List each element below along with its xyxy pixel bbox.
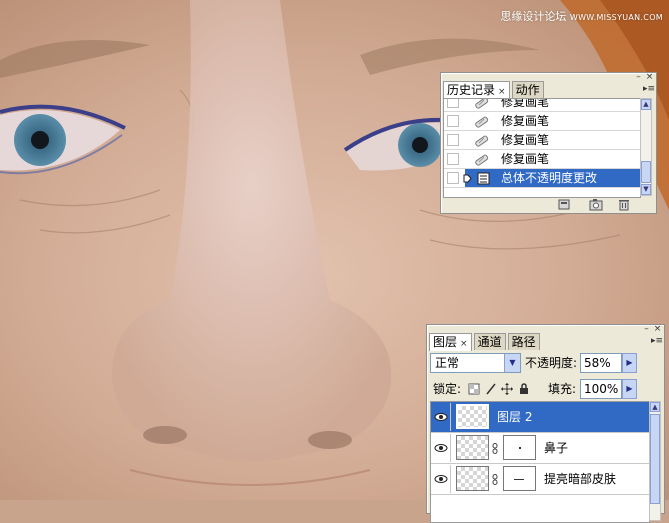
tab-history[interactable]: 历史记录 ×	[443, 81, 510, 99]
history-item[interactable]: 修复画笔	[444, 131, 640, 150]
lock-all-icon[interactable]	[518, 383, 530, 395]
history-item[interactable]: 修复画笔	[444, 112, 640, 131]
scroll-thumb[interactable]	[641, 161, 651, 183]
tab-layers[interactable]: 图层 ×	[429, 333, 472, 351]
history-state-checkbox[interactable]	[447, 115, 459, 127]
history-state-slider-icon[interactable]	[463, 174, 472, 183]
healing-brush-icon	[475, 116, 489, 128]
tab-close-icon[interactable]: ×	[498, 87, 506, 97]
scroll-down-icon[interactable]: ▼	[641, 184, 651, 195]
close-icon[interactable]: ×	[653, 325, 662, 334]
lock-move-icon[interactable]	[501, 383, 513, 395]
visibility-toggle[interactable]	[432, 434, 451, 462]
layers-scrollbar[interactable]: ▲	[649, 401, 661, 521]
history-state-checkbox[interactable]	[447, 134, 459, 146]
visibility-toggle[interactable]	[432, 403, 451, 431]
history-panel-tabs: 历史记录 × 动作	[443, 81, 546, 99]
history-item-label: 修复画笔	[501, 152, 550, 166]
tab-paths[interactable]: 路径	[507, 333, 540, 350]
blend-opacity-row: 正常 ▼ 不透明度: 58% ▶	[430, 353, 662, 375]
tab-history-label: 历史记录	[447, 83, 496, 97]
visibility-toggle[interactable]	[432, 465, 451, 493]
eye-icon	[434, 475, 448, 483]
layers-panel: – × 图层 × 通道 路径 ▸≡ 正常 ▼ 不透明度: 58% ▶ 锁定: 填充…	[426, 324, 665, 523]
history-state-checkbox[interactable]	[447, 153, 459, 165]
fill-value: 100%	[584, 382, 619, 396]
layer-row[interactable]: 提亮暗部皮肤	[431, 464, 649, 495]
healing-brush-icon	[475, 135, 489, 147]
layer-mask-thumbnail[interactable]	[503, 466, 536, 491]
camera-snapshot-icon[interactable]	[589, 198, 603, 211]
minimize-icon[interactable]: –	[642, 325, 651, 334]
lock-brush-icon[interactable]	[485, 383, 497, 395]
history-list: 修复画笔 修复画笔 修复画笔 修复画笔 总体不透明度更改	[443, 98, 641, 198]
layer-name[interactable]: 鼻子	[544, 440, 568, 456]
history-state-checkbox[interactable]	[447, 172, 459, 184]
tab-channels-label: 通道	[477, 335, 502, 349]
healing-brush-icon	[475, 154, 489, 166]
history-item-selected[interactable]: 总体不透明度更改	[444, 169, 640, 188]
layer-list: 图层 2 鼻子 提亮暗部皮肤	[430, 401, 650, 523]
layer-thumbnail	[456, 404, 489, 429]
history-item-label: 总体不透明度更改	[501, 171, 598, 185]
lock-fill-row: 锁定: 填充: 100% ▶	[430, 379, 662, 401]
opacity-input[interactable]: 58%	[580, 353, 622, 373]
history-state-checkbox[interactable]	[447, 99, 459, 108]
eye-icon	[434, 413, 448, 421]
mask-link-icon[interactable]	[492, 474, 498, 485]
fill-input[interactable]: 100%	[580, 379, 622, 399]
eye-icon	[434, 444, 448, 452]
history-panel: – × 历史记录 × 动作 ▸≡ 修复画笔 修复画笔 修复画笔 修复画笔 总体不…	[440, 72, 657, 214]
history-item-label: 修复画笔	[501, 98, 550, 109]
scroll-up-icon[interactable]: ▲	[650, 402, 660, 412]
layer-thumbnail	[456, 466, 489, 491]
chevron-down-icon[interactable]: ▼	[504, 354, 520, 372]
layer-row[interactable]: 鼻子	[431, 433, 649, 464]
history-item[interactable]: 修复画笔	[444, 98, 640, 112]
tab-paths-label: 路径	[511, 335, 536, 349]
close-icon[interactable]: ×	[645, 73, 654, 82]
layer-name[interactable]: 提亮暗部皮肤	[544, 471, 616, 487]
tab-layers-label: 图层	[433, 335, 458, 349]
lock-label: 锁定:	[433, 382, 462, 396]
layer-name[interactable]: 图层 2	[497, 409, 532, 425]
tab-actions-label: 动作	[515, 83, 540, 97]
scroll-thumb[interactable]	[650, 414, 660, 504]
blend-mode-value: 正常	[435, 356, 460, 370]
layer-thumbnail	[456, 435, 489, 460]
layer-icon	[477, 172, 490, 185]
blend-mode-select[interactable]: 正常 ▼	[430, 353, 521, 373]
panel-menu-icon[interactable]: ▸≡	[651, 336, 663, 346]
opacity-label: 不透明度:	[525, 356, 578, 370]
watermark-site-name: 思缘设计论坛	[500, 10, 567, 23]
fill-slider-arrow-icon[interactable]: ▶	[622, 379, 637, 399]
tab-channels[interactable]: 通道	[473, 333, 506, 350]
history-item-label: 修复画笔	[501, 114, 550, 128]
scroll-up-icon[interactable]: ▲	[641, 99, 651, 110]
opacity-value: 58%	[584, 356, 611, 370]
history-item[interactable]: 修复画笔	[444, 150, 640, 169]
panel-menu-icon[interactable]: ▸≡	[643, 84, 655, 94]
watermark-url: WWW.MISSYUAN.COM	[569, 13, 663, 22]
history-item-label: 修复画笔	[501, 133, 550, 147]
new-document-from-state-icon[interactable]	[557, 198, 571, 211]
watermark: 思缘设计论坛 WWW.MISSYUAN.COM	[500, 8, 663, 24]
fill-label: 填充:	[548, 382, 577, 396]
history-panel-footer	[441, 197, 656, 213]
tab-close-icon[interactable]: ×	[460, 339, 468, 349]
history-scrollbar[interactable]: ▲ ▼	[640, 98, 652, 196]
trash-icon[interactable]	[617, 198, 631, 211]
layers-panel-tabs: 图层 × 通道 路径	[429, 333, 542, 351]
opacity-slider-arrow-icon[interactable]: ▶	[622, 353, 637, 373]
minimize-icon[interactable]: –	[634, 73, 643, 82]
healing-brush-icon	[475, 99, 489, 109]
layer-row-selected[interactable]: 图层 2	[431, 402, 649, 433]
layer-mask-thumbnail[interactable]	[503, 435, 536, 460]
tab-actions[interactable]: 动作	[511, 81, 544, 98]
mask-link-icon[interactable]	[492, 443, 498, 454]
lock-transparent-icon[interactable]	[468, 383, 480, 395]
